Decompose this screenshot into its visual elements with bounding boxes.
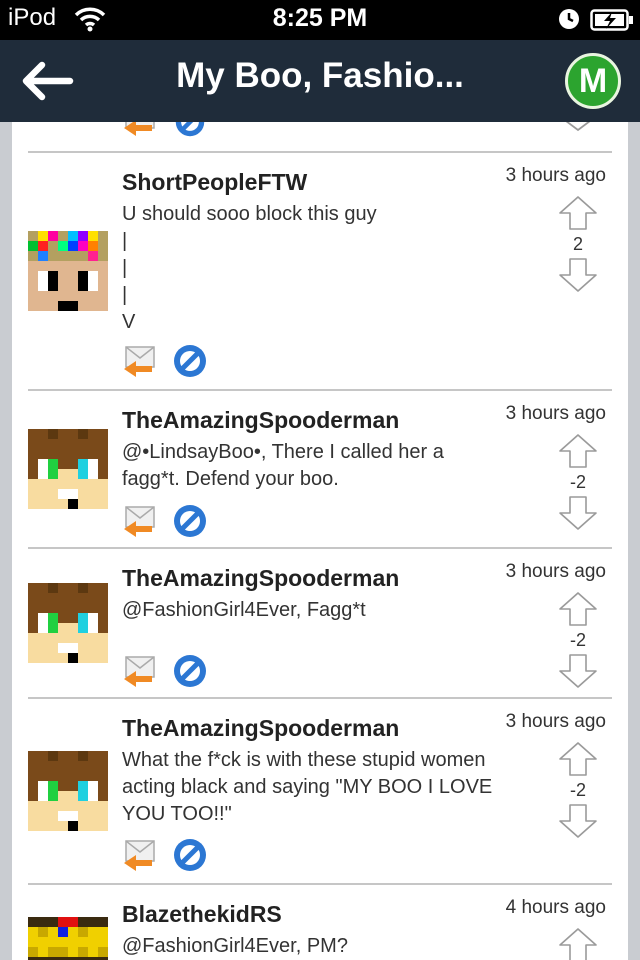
battery-icon — [590, 9, 633, 31]
reply-message-icon[interactable] — [122, 503, 158, 539]
reply-message-icon[interactable] — [122, 837, 158, 873]
status-time: 8:25 PM — [272, 4, 368, 32]
comment-item: ShortPeopleFTW 3 hours ago U should sooo… — [12, 153, 628, 389]
upvote-arrow-icon[interactable] — [558, 741, 598, 777]
status-bar: iPod 8:25 PM — [0, 0, 640, 40]
upvote-arrow-icon[interactable] — [558, 927, 598, 960]
comments-list[interactable]: ShortPeopleFTW 3 hours ago U should sooo… — [12, 122, 628, 960]
vote-widget: -2 — [552, 741, 604, 839]
post-time: 3 hours ago — [505, 403, 606, 424]
vote-widget — [552, 927, 604, 960]
vote-count: -2 — [569, 780, 586, 800]
nav-bar: My Boo, Fashio... M — [0, 40, 640, 122]
comment-text: @FashionGirl4Ever, Fagg*t — [122, 599, 366, 621]
block-icon[interactable] — [172, 343, 208, 379]
reply-message-icon[interactable] — [122, 653, 158, 689]
post-time: 4 hours ago — [505, 897, 606, 918]
upvote-arrow-icon[interactable] — [558, 591, 598, 627]
comment-item: TheAmazingSpooderman 3 hours ago @•Linds… — [12, 391, 628, 547]
comment-item: BlazethekidRS 4 hours ago @FashionGirl4E… — [12, 885, 628, 960]
page-title: My Boo, Fashio... — [176, 56, 464, 95]
block-icon[interactable] — [172, 653, 208, 689]
block-icon[interactable] — [172, 837, 208, 873]
comment-text: What the f*ck is with these stupid women… — [122, 749, 493, 825]
avatar[interactable] — [28, 231, 108, 311]
downvote-arrow-icon[interactable] — [558, 803, 598, 839]
vote-widget: -2 — [552, 591, 604, 689]
post-time: 3 hours ago — [505, 711, 606, 732]
avatar[interactable] — [28, 751, 108, 831]
vote-count: -2 — [569, 630, 586, 650]
rotation-lock-icon — [559, 9, 579, 29]
post-time: 3 hours ago — [505, 165, 606, 186]
username[interactable]: TheAmazingSpooderman — [122, 407, 399, 434]
comment-text: U should sooo block this guy | | | V — [122, 203, 377, 333]
upvote-arrow-icon[interactable] — [558, 195, 598, 231]
app-logo-button[interactable]: M — [565, 53, 621, 109]
downvote-arrow-icon[interactable] — [558, 495, 598, 531]
reply-message-icon[interactable] — [122, 122, 158, 138]
back-arrow-icon[interactable] — [20, 58, 76, 104]
vote-widget: 2 — [552, 195, 604, 293]
vote-count: 2 — [572, 234, 583, 254]
username[interactable]: TheAmazingSpooderman — [122, 715, 399, 742]
comment-item: TheAmazingSpooderman 3 hours ago @Fashio… — [12, 549, 628, 697]
downvote-arrow-icon[interactable] — [558, 257, 598, 293]
reply-message-icon[interactable] — [122, 343, 158, 379]
avatar[interactable] — [28, 917, 108, 960]
post-time: 3 hours ago — [505, 561, 606, 582]
comment-item: TheAmazingSpooderman 3 hours ago What th… — [12, 699, 628, 883]
downvote-arrow-icon[interactable] — [558, 653, 598, 689]
previous-post-actions — [12, 122, 628, 152]
username[interactable]: ShortPeopleFTW — [122, 169, 307, 196]
downvote-arrow-icon[interactable] — [558, 122, 598, 132]
block-icon[interactable] — [172, 122, 208, 138]
vote-widget: -2 — [552, 433, 604, 531]
upvote-arrow-icon[interactable] — [558, 433, 598, 469]
username[interactable]: BlazethekidRS — [122, 901, 282, 928]
avatar[interactable] — [28, 429, 108, 509]
vote-count: -2 — [569, 472, 586, 492]
avatar[interactable] — [28, 583, 108, 663]
comment-text: @FashionGirl4Ever, PM? — [122, 935, 348, 957]
block-icon[interactable] — [172, 503, 208, 539]
username[interactable]: TheAmazingSpooderman — [122, 565, 399, 592]
comment-text: @•LindsayBoo•, There I called her a fagg… — [122, 441, 444, 490]
